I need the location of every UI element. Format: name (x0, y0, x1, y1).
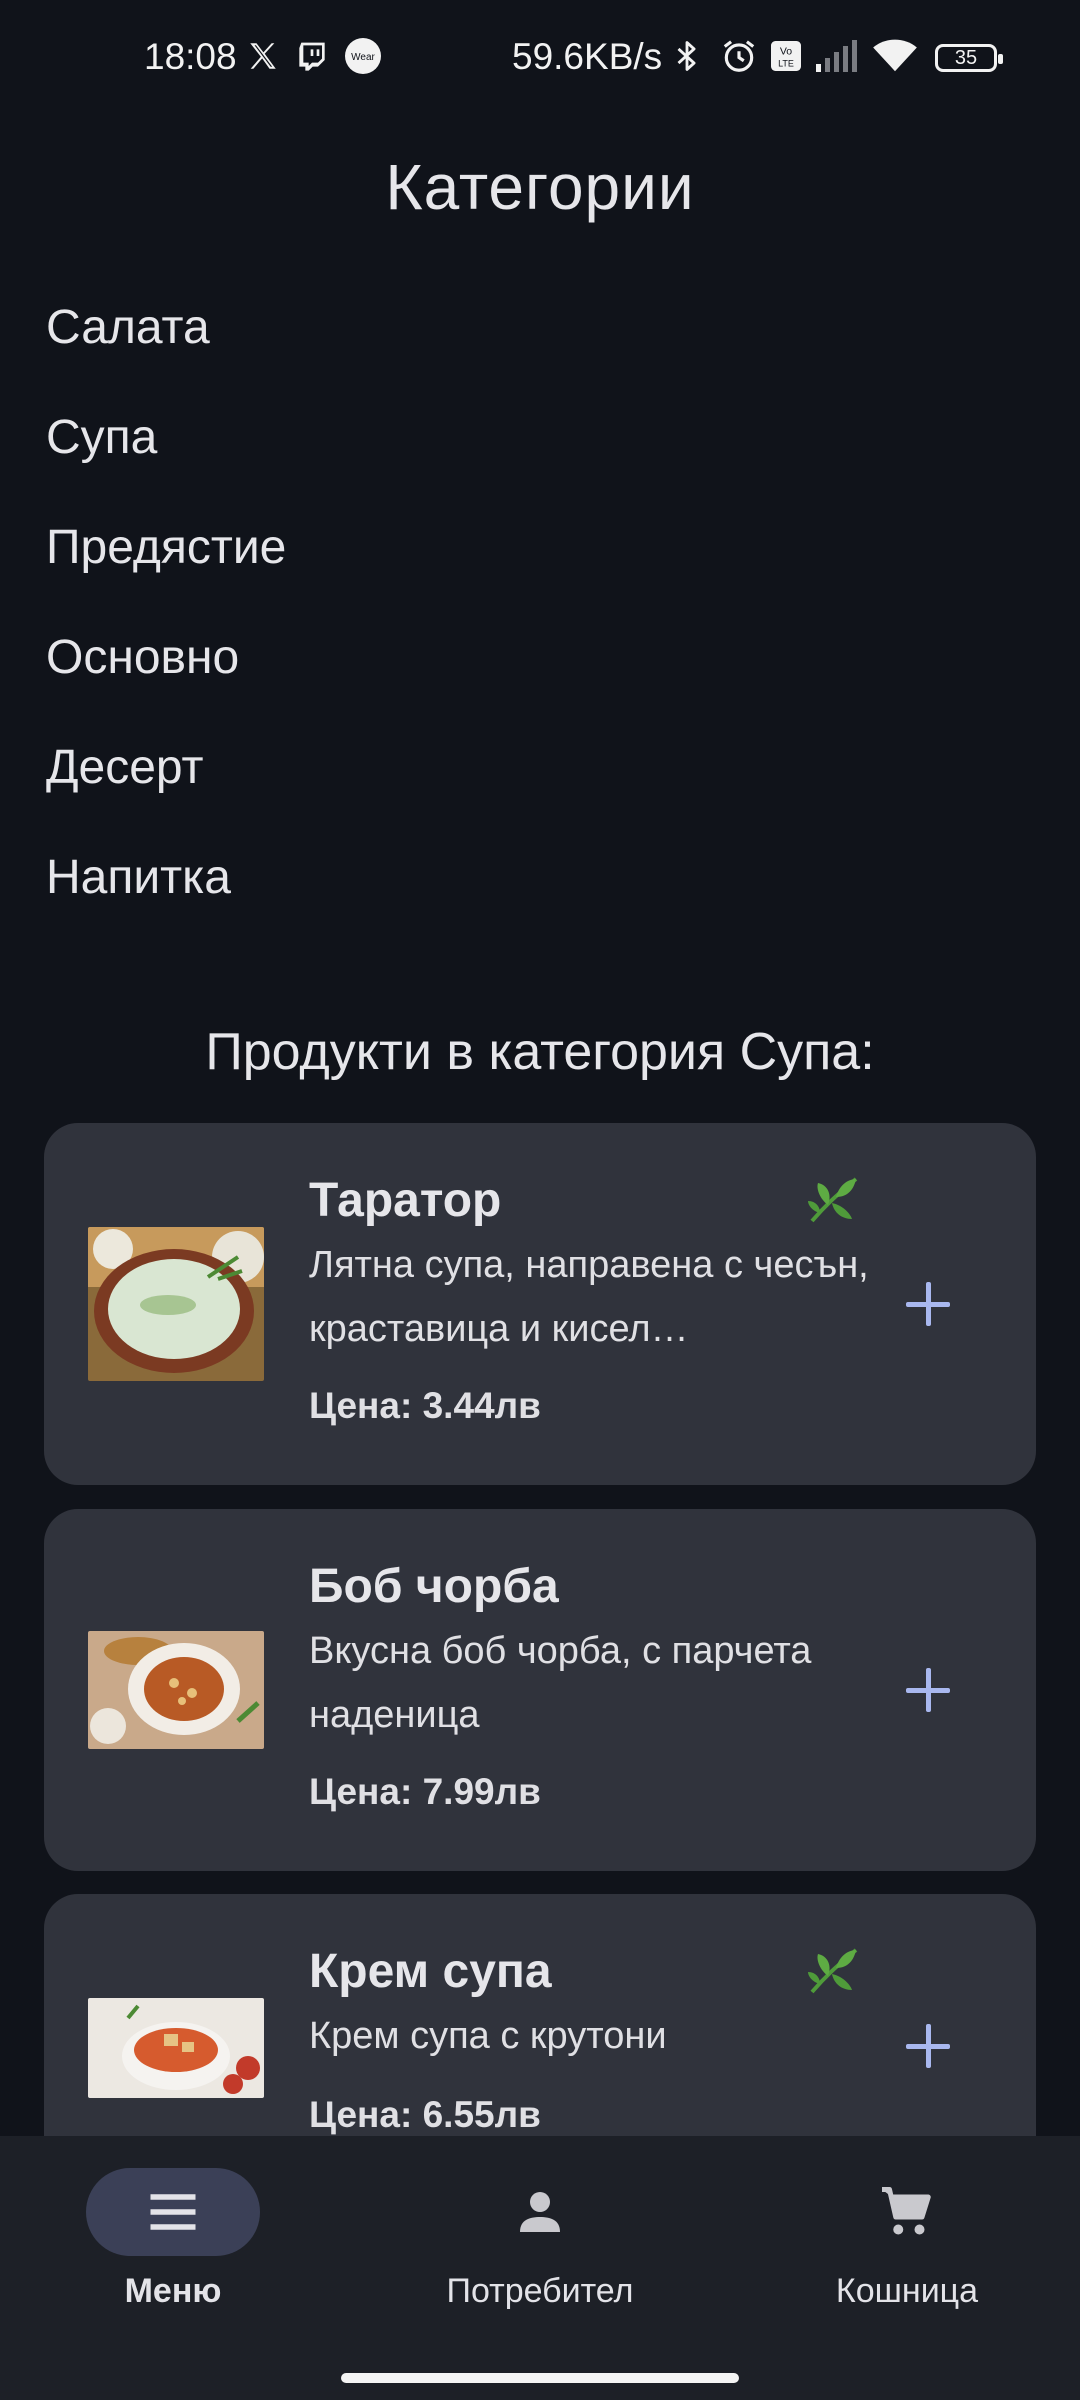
product-name: Таратор (309, 1174, 502, 1227)
signal-icon (814, 36, 858, 76)
page-title: Категории (385, 151, 695, 223)
product-price: Цена: 3.44лв (309, 1385, 541, 1426)
cart-icon (882, 2187, 931, 2235)
status-bar: 18:08 Wear 59.6KB/s Vo LTE 35 (0, 0, 1080, 120)
products-section-title: Продукти в категория Супа: (205, 1023, 875, 1081)
svg-text:Vo: Vo (780, 46, 792, 58)
add-to-cart-icon[interactable] (898, 1274, 958, 1334)
product-description: Крем супа с крутони (309, 2015, 667, 2057)
product-name: Крем супа (309, 1945, 552, 1998)
category-item-main[interactable]: Основно (46, 630, 239, 685)
volte-icon: Vo LTE (768, 36, 804, 76)
status-time: 18:08 (144, 36, 237, 77)
bluetooth-icon (670, 36, 704, 76)
product-image-cream-soup (88, 1998, 264, 2098)
product-image-bean-soup (88, 1631, 264, 1749)
add-to-cart-icon[interactable] (898, 2016, 958, 2076)
category-item-dessert[interactable]: Десерт (46, 740, 204, 795)
leaf-icon (806, 1942, 862, 1998)
category-item-drink[interactable]: Напитка (46, 850, 231, 905)
nav-item-user[interactable]: Потребител (420, 2168, 660, 2318)
menu-icon (150, 2194, 196, 2230)
gesture-bar[interactable] (341, 2373, 739, 2383)
wear-label: Wear (351, 52, 375, 63)
product-description: Лятна супа, направена с чесън, краставиц… (309, 1244, 869, 1350)
nav-label-menu: Меню (124, 2272, 222, 2310)
x-icon (246, 36, 280, 76)
product-price: Цена: 7.99лв (309, 1771, 541, 1812)
nav-item-menu[interactable]: Меню (53, 2168, 293, 2318)
alarm-icon (720, 36, 758, 76)
category-item-appetizer[interactable]: Предястие (46, 520, 286, 575)
bottom-navigation: Меню Потребител Кошница (0, 2136, 1080, 2400)
add-to-cart-icon[interactable] (898, 1660, 958, 1720)
person-icon (520, 2192, 560, 2232)
category-item-salad[interactable]: Салата (46, 300, 210, 355)
nav-label-cart: Кошница (835, 2272, 979, 2310)
leaf-icon (806, 1171, 862, 1227)
product-price: Цена: 6.55лв (309, 2094, 541, 2135)
twitch-icon (296, 36, 328, 76)
svg-text:LTE: LTE (778, 59, 794, 69)
product-description: Вкусна боб чорба, с парчета наденица (309, 1630, 812, 1736)
product-card[interactable]: Боб чорба Вкусна боб чорба, с парчета на… (44, 1509, 1036, 1871)
wifi-icon (872, 36, 918, 76)
battery-icon: 35 (935, 44, 1003, 72)
product-image-tarator (88, 1227, 264, 1381)
network-speed: 59.6KB/s (512, 36, 663, 77)
nav-label-user: Потребител (446, 2272, 634, 2310)
nav-item-cart[interactable]: Кошница (787, 2168, 1027, 2318)
category-item-soup[interactable]: Супа (46, 410, 157, 465)
battery-level: 35 (954, 46, 978, 69)
product-name: Боб чорба (309, 1560, 559, 1613)
product-card[interactable]: Таратор Лятна супа, направена с чесън, к… (44, 1123, 1036, 1485)
wear-icon: Wear (344, 36, 382, 76)
